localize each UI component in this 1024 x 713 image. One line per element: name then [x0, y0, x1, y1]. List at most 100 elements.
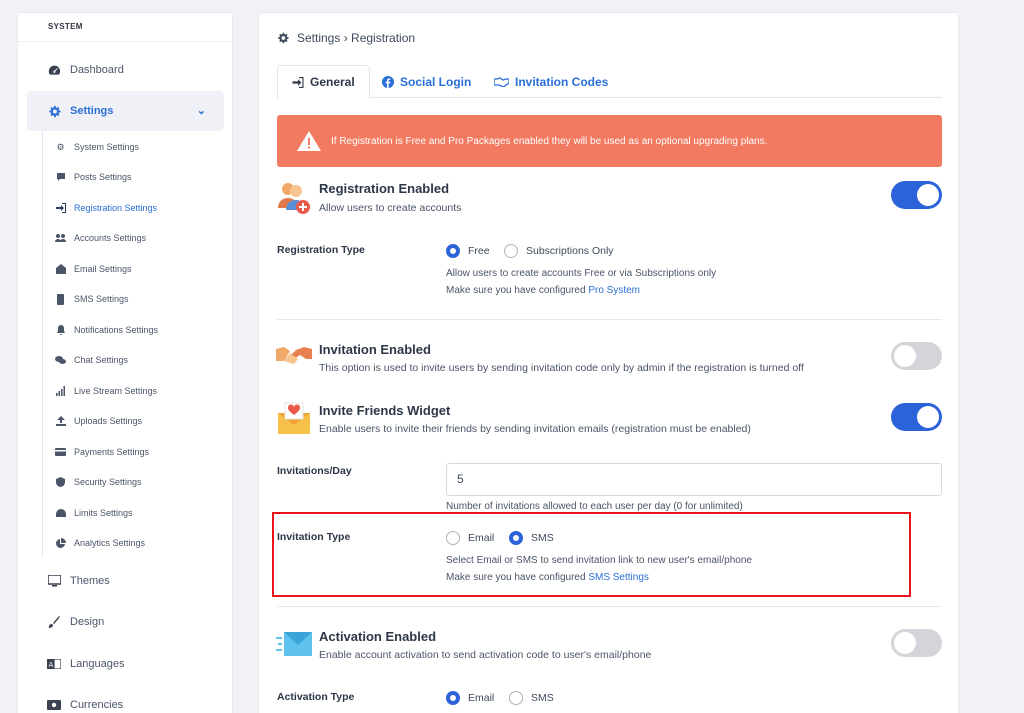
invitation-enabled-desc: This option is used to invite users by s… — [319, 362, 804, 374]
brush-icon — [47, 615, 61, 629]
signal-icon — [55, 386, 66, 397]
nav-label: Currencies — [70, 699, 124, 711]
money-icon — [47, 698, 61, 712]
sidebar-item-registration-settings[interactable]: Registration Settings — [55, 198, 157, 218]
pro-system-link[interactable]: Pro System — [588, 285, 640, 296]
shield-icon — [55, 477, 66, 488]
nav-themes[interactable]: Themes — [27, 561, 224, 601]
nav-settings[interactable]: Settings ⌄ — [27, 91, 224, 131]
sidebar-item-email-settings[interactable]: Email Settings — [55, 259, 132, 279]
users-add-icon — [276, 180, 312, 216]
invite-friends-desc: Enable users to invite their friends by … — [319, 423, 751, 435]
invitation-enabled-toggle[interactable] — [891, 342, 942, 370]
settings-panel: Settings › Registration General Social L… — [258, 12, 959, 713]
handshake-icon — [494, 76, 509, 87]
radio-dot — [446, 691, 460, 705]
nav-currencies[interactable]: Currencies — [27, 685, 224, 713]
nav-design[interactable]: Design — [27, 602, 224, 642]
divider — [277, 319, 942, 320]
nav-label: Themes — [70, 575, 110, 587]
tab-general[interactable]: General — [277, 65, 370, 99]
alert-text: If Registration is Free and Pro Packages… — [331, 135, 768, 147]
breadcrumb-text: Settings › Registration — [297, 31, 416, 45]
sign-in-icon — [55, 203, 66, 214]
registration-type-label: Registration Type — [277, 244, 365, 256]
comments-icon — [55, 355, 66, 366]
pie-chart-icon — [55, 538, 66, 549]
registration-type-free-radio[interactable]: Free — [446, 244, 490, 258]
sign-in-icon — [292, 76, 304, 88]
comment-icon — [55, 172, 66, 183]
bell-icon — [55, 325, 66, 336]
sidebar-item-sms-settings[interactable]: SMS Settings — [55, 289, 129, 309]
credit-card-icon — [55, 447, 66, 458]
activation-type-sms-radio[interactable]: SMS — [509, 691, 554, 705]
invitations-per-day-label: Invitations/Day — [277, 465, 352, 477]
mobile-icon — [55, 293, 66, 305]
monitor-icon — [47, 574, 61, 588]
registration-enabled-desc: Allow users to create accounts — [319, 202, 462, 214]
gear-icon — [277, 32, 289, 44]
sidebar-item-accounts-settings[interactable]: Accounts Settings — [55, 228, 146, 248]
sidebar-item-posts-settings[interactable]: Posts Settings — [55, 167, 132, 187]
sidebar-item-uploads-settings[interactable]: Uploads Settings — [55, 411, 142, 431]
sidebar-item-payments-settings[interactable]: Payments Settings — [55, 442, 149, 462]
upload-icon — [55, 416, 66, 427]
divider — [277, 606, 942, 607]
nav-label: Languages — [70, 658, 125, 670]
dashboard-icon — [47, 63, 61, 77]
chevron-down-icon: ⌄ — [196, 105, 206, 117]
registration-type-subscriptions-radio[interactable]: Subscriptions Only — [504, 244, 614, 258]
envelope-send-icon — [276, 630, 312, 666]
nav-label: Dashboard — [70, 64, 124, 76]
activation-enabled-desc: Enable account activation to send activa… — [319, 649, 652, 661]
toggle-knob — [894, 345, 916, 367]
sidebar-item-system-settings[interactable]: ⚙ System Settings — [55, 137, 139, 157]
nav-label: Settings — [70, 105, 114, 117]
activation-type-label: Activation Type — [277, 691, 355, 703]
envelope-open-icon — [55, 264, 66, 275]
registration-enabled-title: Registration Enabled — [319, 181, 450, 196]
tab-social-login[interactable]: Social Login — [382, 65, 471, 98]
invite-friends-title: Invite Friends Widget — [319, 403, 451, 418]
sidebar-item-chat-settings[interactable]: Chat Settings — [55, 350, 128, 370]
registration-enabled-toggle[interactable] — [891, 181, 942, 209]
gear-icon — [47, 104, 61, 118]
invite-friends-toggle[interactable] — [891, 403, 942, 431]
toggle-knob — [894, 632, 916, 654]
radio-dot — [509, 691, 523, 705]
tab-invitation-codes[interactable]: Invitation Codes — [494, 65, 608, 98]
invitations-per-day-input[interactable]: 5 — [446, 463, 942, 496]
warning-icon — [297, 131, 321, 151]
facebook-icon — [382, 75, 394, 88]
svg-text:A: A — [49, 661, 54, 669]
sidebar-item-analytics-settings[interactable]: Analytics Settings — [55, 533, 145, 553]
language-icon: A — [47, 657, 61, 671]
activation-type-email-radio[interactable]: Email — [446, 691, 494, 705]
radio-dot — [504, 244, 518, 258]
invitation-enabled-title: Invitation Enabled — [319, 342, 431, 357]
invite-envelope-icon — [276, 401, 312, 437]
toggle-knob — [917, 184, 939, 206]
cogs-icon: ⚙ — [56, 141, 65, 152]
activation-enabled-title: Activation Enabled — [319, 629, 437, 644]
toggle-knob — [917, 406, 939, 428]
handshake-icon — [276, 343, 312, 379]
nav-dashboard[interactable]: Dashboard — [27, 50, 224, 90]
highlight-box — [272, 512, 911, 597]
activation-enabled-toggle[interactable] — [891, 629, 942, 657]
sidebar-section-label: SYSTEM — [18, 13, 232, 42]
breadcrumb: Settings › Registration — [277, 31, 415, 45]
registration-type-help: Allow users to create accounts Free or v… — [446, 268, 717, 296]
gauge-icon — [55, 508, 66, 519]
sidebar-item-live-stream-settings[interactable]: Live Stream Settings — [55, 381, 157, 401]
sidebar-item-notifications-settings[interactable]: Notifications Settings — [55, 320, 158, 340]
tab-bar: General Social Login Invitation Codes — [277, 65, 942, 99]
sidebar-item-limits-settings[interactable]: Limits Settings — [55, 503, 133, 523]
users-icon — [55, 233, 66, 244]
radio-dot — [446, 244, 460, 258]
nav-label: Design — [70, 616, 105, 628]
nav-languages[interactable]: A Languages — [27, 644, 224, 684]
submenu-guide — [42, 131, 43, 558]
sidebar-item-security-settings[interactable]: Security Settings — [55, 472, 142, 492]
